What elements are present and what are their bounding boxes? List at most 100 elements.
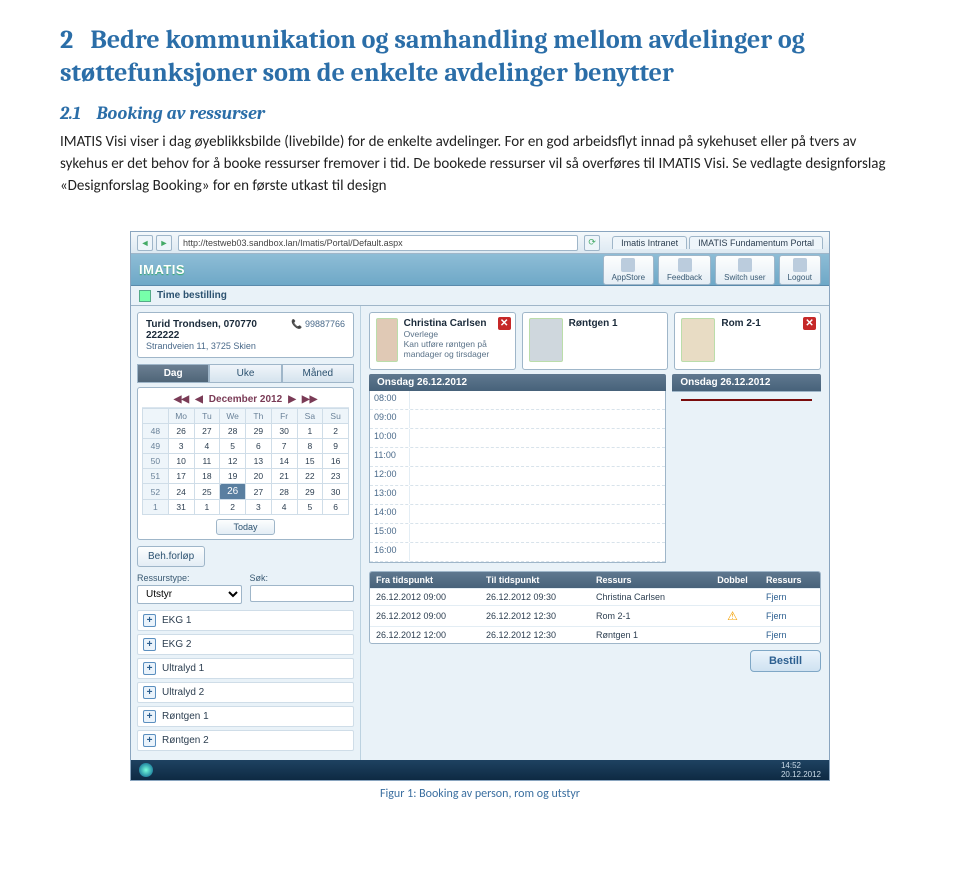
- plus-icon[interactable]: [139, 290, 151, 302]
- bestill-button[interactable]: Bestill: [750, 650, 821, 672]
- add-icon[interactable]: +: [143, 638, 156, 651]
- calendar-day[interactable]: 2: [220, 500, 246, 515]
- resource-card[interactable]: Rom 2-1✕: [674, 312, 821, 370]
- next-year-icon[interactable]: ▶▶: [302, 394, 317, 405]
- calendar-day[interactable]: 30: [323, 484, 349, 500]
- time-row[interactable]: 12:00: [370, 467, 665, 486]
- today-button[interactable]: Today: [216, 519, 274, 535]
- time-slot[interactable]: [410, 524, 665, 542]
- calendar-day[interactable]: 17: [168, 469, 194, 484]
- browser-tab[interactable]: Imatis Intranet: [612, 236, 687, 249]
- calendar-day[interactable]: 5: [297, 500, 323, 515]
- calendar-day[interactable]: 4: [194, 439, 220, 454]
- time-slot[interactable]: [410, 429, 665, 447]
- search-input[interactable]: [250, 585, 355, 602]
- calendar-day[interactable]: 5: [220, 439, 246, 454]
- calendar-day[interactable]: 23: [323, 469, 349, 484]
- refresh-icon[interactable]: ⟳: [584, 235, 600, 251]
- calendar-day[interactable]: 21: [271, 469, 297, 484]
- calendar-day[interactable]: 10: [168, 454, 194, 469]
- day-column-room[interactable]: [672, 391, 821, 392]
- resource-item[interactable]: +EKG 1: [137, 610, 354, 631]
- resource-item[interactable]: +Røntgen 2: [137, 730, 354, 751]
- calendar-day[interactable]: 3: [168, 439, 194, 454]
- appstore-button[interactable]: AppStore: [603, 255, 654, 285]
- calendar-day[interactable]: 7: [271, 439, 297, 454]
- calendar-day[interactable]: 16: [323, 454, 349, 469]
- calendar-day[interactable]: 6: [323, 500, 349, 515]
- logout-button[interactable]: Logout: [779, 255, 821, 285]
- time-slot[interactable]: [410, 391, 665, 409]
- time-row[interactable]: 08:00: [370, 391, 665, 410]
- time-slot[interactable]: [410, 467, 665, 485]
- back-icon[interactable]: ◄: [137, 235, 153, 251]
- add-icon[interactable]: +: [143, 710, 156, 723]
- time-row[interactable]: 11:00: [370, 448, 665, 467]
- add-icon[interactable]: +: [143, 734, 156, 747]
- beh-forlop-button[interactable]: Beh.forløp: [137, 546, 205, 567]
- calendar-day[interactable]: 29: [297, 484, 323, 500]
- resource-item[interactable]: +Ultralyd 2: [137, 682, 354, 703]
- time-row[interactable]: 13:00: [370, 486, 665, 505]
- calendar-day[interactable]: 13: [246, 454, 272, 469]
- calendar-day[interactable]: 9: [323, 439, 349, 454]
- calendar-day[interactable]: 2: [323, 424, 349, 439]
- calendar-day[interactable]: 24: [168, 484, 194, 500]
- close-icon[interactable]: ✕: [803, 317, 816, 330]
- time-row[interactable]: 15:00: [370, 524, 665, 543]
- calendar-day[interactable]: 28: [271, 484, 297, 500]
- remove-link[interactable]: Fjern: [760, 608, 820, 624]
- calendar-table[interactable]: MoTuWeThFrSaSu48262728293012493456789501…: [142, 408, 349, 515]
- prev-year-icon[interactable]: ◀◀: [174, 394, 189, 405]
- booked-block[interactable]: [681, 399, 812, 401]
- resource-card[interactable]: Christina CarlsenOverlegeKan utføre rønt…: [369, 312, 516, 370]
- start-orb-icon[interactable]: [139, 763, 153, 777]
- calendar-day[interactable]: 11: [194, 454, 220, 469]
- calendar-day[interactable]: 18: [194, 469, 220, 484]
- calendar-day[interactable]: 26: [168, 424, 194, 439]
- time-slot[interactable]: [410, 448, 665, 466]
- address-bar[interactable]: http://testweb03.sandbox.lan/Imatis/Port…: [178, 235, 578, 251]
- calendar-day[interactable]: 22: [297, 469, 323, 484]
- day-column-main[interactable]: 08:0009:0010:0011:0012:0013:0014:0015:00…: [369, 391, 666, 563]
- calendar-day[interactable]: 25: [194, 484, 220, 500]
- next-month-icon[interactable]: ▶: [288, 394, 296, 405]
- time-row[interactable]: 10:00: [370, 429, 665, 448]
- calendar-day[interactable]: 27: [194, 424, 220, 439]
- time-slot[interactable]: [410, 410, 665, 428]
- ressurstype-select[interactable]: Utstyr: [137, 585, 242, 604]
- forward-icon[interactable]: ►: [156, 235, 172, 251]
- time-row[interactable]: 14:00: [370, 505, 665, 524]
- calendar-day[interactable]: 29: [246, 424, 272, 439]
- resource-card[interactable]: Røntgen 1: [522, 312, 669, 370]
- tab-maned[interactable]: Måned: [282, 364, 354, 383]
- calendar-day[interactable]: 8: [297, 439, 323, 454]
- resource-item[interactable]: +Røntgen 1: [137, 706, 354, 727]
- calendar-day[interactable]: 26: [220, 484, 246, 500]
- prev-month-icon[interactable]: ◀: [195, 394, 203, 405]
- switch-user-button[interactable]: Switch user: [715, 255, 774, 285]
- calendar-day[interactable]: 14: [271, 454, 297, 469]
- close-icon[interactable]: ✕: [498, 317, 511, 330]
- calendar-day[interactable]: 30: [271, 424, 297, 439]
- browser-tab[interactable]: IMATIS Fundamentum Portal: [689, 236, 823, 249]
- calendar-day[interactable]: 28: [220, 424, 246, 439]
- calendar-day[interactable]: 1: [194, 500, 220, 515]
- calendar-day[interactable]: 19: [220, 469, 246, 484]
- time-row[interactable]: 16:00: [370, 543, 665, 562]
- resource-item[interactable]: +Ultralyd 1: [137, 658, 354, 679]
- resource-item[interactable]: +EKG 2: [137, 634, 354, 655]
- add-icon[interactable]: +: [143, 614, 156, 627]
- tab-uke[interactable]: Uke: [209, 364, 281, 383]
- calendar-day[interactable]: 3: [246, 500, 272, 515]
- tab-dag[interactable]: Dag: [137, 364, 209, 383]
- remove-link[interactable]: Fjern: [760, 589, 820, 605]
- calendar-day[interactable]: 20: [246, 469, 272, 484]
- time-slot[interactable]: [410, 505, 665, 523]
- calendar-day[interactable]: 4: [271, 500, 297, 515]
- calendar-day[interactable]: 15: [297, 454, 323, 469]
- time-row[interactable]: 09:00: [370, 410, 665, 429]
- feedback-button[interactable]: Feedback: [658, 255, 711, 285]
- calendar-day[interactable]: 1: [297, 424, 323, 439]
- time-slot[interactable]: [410, 486, 665, 504]
